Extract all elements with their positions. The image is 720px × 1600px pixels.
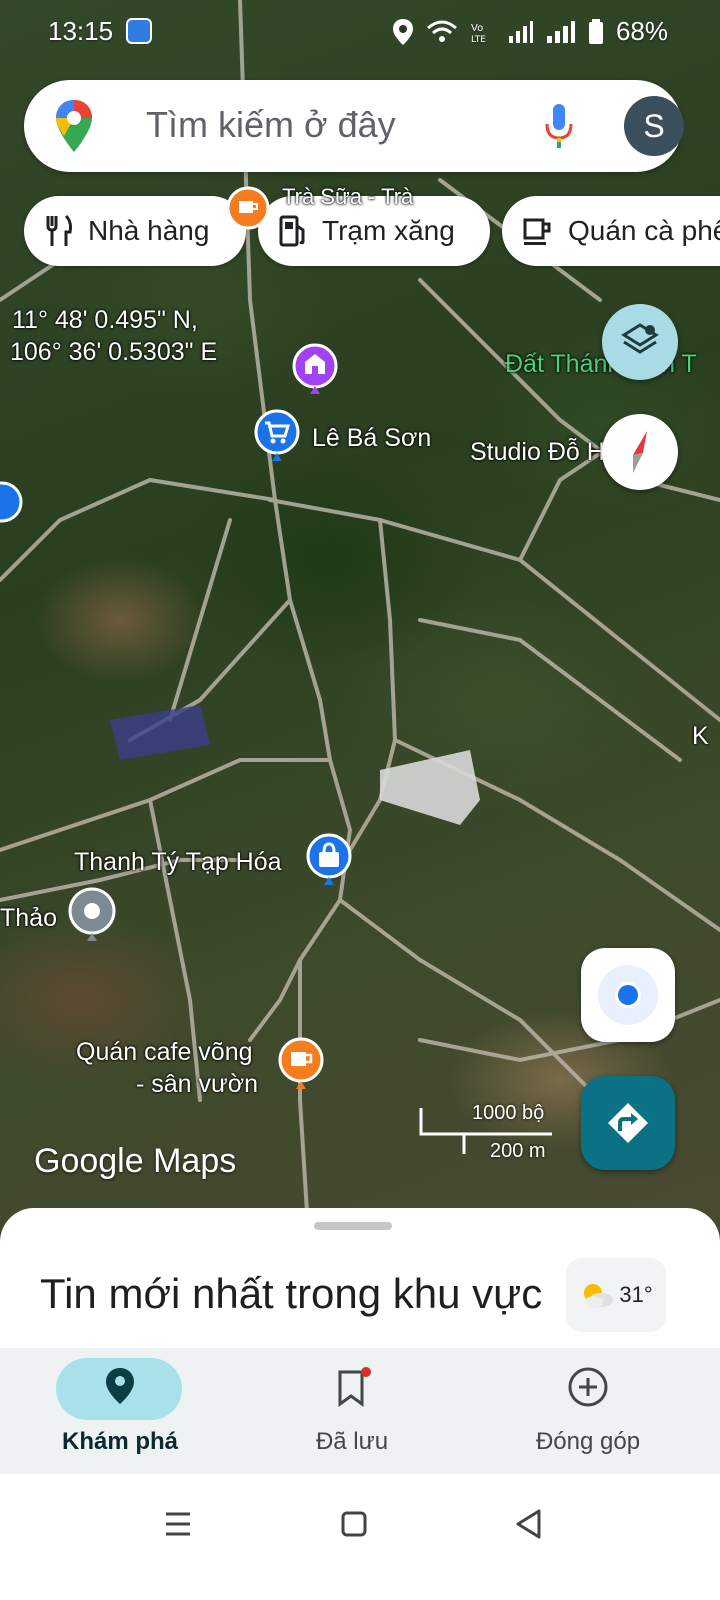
nav-label: Đóng góp xyxy=(535,1428,641,1455)
search-input[interactable]: Tìm kiếm ở đây xyxy=(146,104,396,146)
map-label-thao[interactable]: Thảo xyxy=(0,904,57,933)
nav-label: Đã lưu xyxy=(315,1428,389,1455)
map-label-tra-sua[interactable]: Trà Sữa - Trà xyxy=(282,184,413,210)
status-icons: Vo LTE 68% xyxy=(392,16,668,47)
sheet-title: Tin mới nhất trong khu vực xyxy=(40,1270,543,1317)
scale-m: 200 m xyxy=(490,1140,546,1162)
temperature: 31° xyxy=(619,1282,653,1307)
compass-button[interactable] xyxy=(602,414,678,490)
directions-icon xyxy=(608,1103,648,1143)
google-maps-pin-icon xyxy=(56,100,92,152)
volte-icon: VoLTE xyxy=(471,23,486,44)
chip-label: Trạm xăng xyxy=(322,215,455,246)
sheet-drag-handle[interactable] xyxy=(314,1222,392,1230)
add-circle-icon xyxy=(568,1367,608,1407)
partly-cloudy-icon xyxy=(584,1284,614,1308)
svg-text:Vo: Vo xyxy=(471,23,483,34)
weather-chip[interactable]: 31° xyxy=(566,1258,666,1332)
chip-label: Quán cà phê xyxy=(568,215,720,246)
map-label-thanh-ty[interactable]: Thanh Tý Tạp Hóa xyxy=(74,848,282,877)
shopping-bag-pin-icon[interactable] xyxy=(304,832,354,888)
restaurant-icon xyxy=(46,214,72,246)
bookmark-icon xyxy=(338,1367,371,1407)
chip-label: Nhà hàng xyxy=(88,215,210,246)
battery-icon xyxy=(588,18,603,44)
shopping-pin-icon[interactable] xyxy=(0,480,24,530)
status-time: 13:15 xyxy=(48,16,114,46)
map-label-le-ba-son[interactable]: Lê Bá Sơn xyxy=(312,424,431,453)
nav-saved[interactable]: Đã lưu xyxy=(232,1348,472,1474)
nav-contribute[interactable]: Đóng góp xyxy=(468,1348,708,1474)
map-label-quan-cafe-line1[interactable]: Quán cafe võng xyxy=(76,1038,253,1067)
bottom-sheet[interactable]: Tin mới nhất trong khu vực 31° xyxy=(0,1208,720,1358)
bottom-navigation: Khám phá Đã lưu Đóng góp xyxy=(0,1348,720,1474)
explore-pin-icon xyxy=(106,1368,134,1404)
wifi-icon xyxy=(426,20,457,42)
nav-explore[interactable]: Khám phá xyxy=(0,1348,240,1474)
map-label-edge: K xyxy=(692,722,709,750)
map-scale: 1000 bộ 200 m xyxy=(418,1100,558,1170)
home-icon[interactable] xyxy=(340,1510,368,1538)
chip-restaurants[interactable]: Nhà hàng xyxy=(24,196,246,266)
map-label-quan-cafe-line2[interactable]: - sân vườn xyxy=(136,1070,258,1099)
directions-button[interactable] xyxy=(581,1076,675,1170)
battery-percent: 68% xyxy=(615,16,668,46)
google-maps-logo: Google Maps xyxy=(34,1142,237,1180)
coordinates-line-1: 11° 48' 0.495" N, xyxy=(12,306,198,334)
coordinates-line-2: 106° 36' 0.5303" E xyxy=(10,338,218,366)
signal-icon xyxy=(546,20,575,43)
search-bar[interactable]: Tìm kiếm ở đây S xyxy=(24,80,684,172)
compass-icon xyxy=(633,431,647,473)
cafe-pin-icon[interactable] xyxy=(276,1036,326,1092)
my-location-button[interactable] xyxy=(581,948,675,1042)
back-icon[interactable] xyxy=(514,1508,544,1540)
signal-icon xyxy=(508,20,533,43)
svg-text:LTE: LTE xyxy=(471,35,486,44)
microphone-icon[interactable] xyxy=(544,102,574,150)
shopping-cart-pin-icon[interactable] xyxy=(252,408,302,464)
gas-station-icon xyxy=(279,215,305,247)
app-notification-icon xyxy=(126,18,152,44)
avatar[interactable]: S xyxy=(624,96,684,156)
location-icon xyxy=(392,18,413,45)
layers-button[interactable] xyxy=(602,304,678,380)
status-bar: 13:15 Vo LTE 68% xyxy=(0,0,720,62)
map-view[interactable]: 13:15 Vo LTE 68% Tìm kiếm ở đây S Nhà hà… xyxy=(0,0,720,1260)
cafe-pin-icon[interactable] xyxy=(226,186,270,236)
system-navigation-bar xyxy=(0,1474,720,1600)
coffee-icon xyxy=(523,218,551,245)
layers-icon xyxy=(621,323,659,354)
chip-coffee[interactable]: Quán cà phê xyxy=(502,196,720,266)
recent-apps-icon[interactable] xyxy=(164,1510,192,1538)
my-location-icon xyxy=(598,965,658,1025)
place-of-worship-pin-icon[interactable] xyxy=(290,342,340,398)
scale-ft: 1000 bộ xyxy=(472,1102,545,1124)
generic-place-pin-icon[interactable] xyxy=(66,886,118,944)
nav-label: Khám phá xyxy=(61,1428,178,1455)
